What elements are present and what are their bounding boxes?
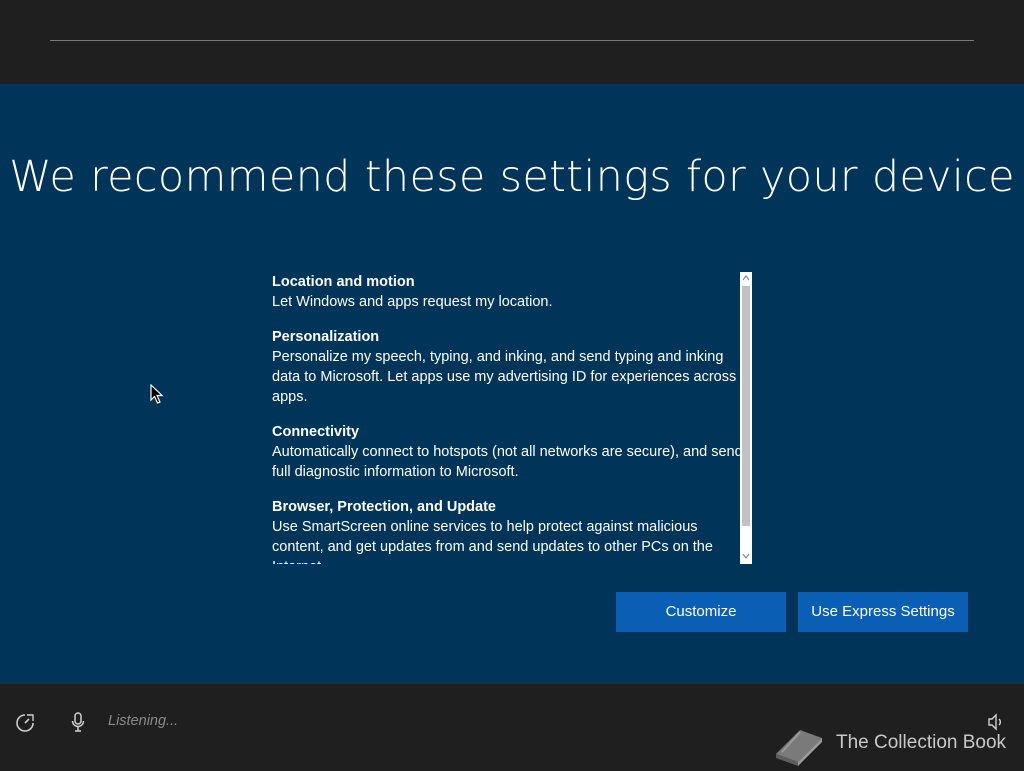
scroll-up-arrow-icon[interactable] bbox=[740, 273, 752, 285]
setting-heading: Personalization bbox=[272, 329, 380, 345]
settings-content: Location and motion Let Windows and apps… bbox=[272, 272, 744, 564]
settings-scrollbar[interactable] bbox=[740, 272, 752, 564]
ease-of-access-icon[interactable] bbox=[14, 712, 36, 734]
volume-icon[interactable] bbox=[986, 712, 1006, 732]
bottom-bar: Listening... The Collection Book bbox=[0, 684, 1024, 768]
setting-section-browser: Browser, Protection, and Update Use Smar… bbox=[272, 497, 744, 564]
setting-section-connectivity: Connectivity Automatically connect to ho… bbox=[272, 422, 744, 482]
use-express-settings-button[interactable]: Use Express Settings bbox=[798, 592, 968, 632]
book-icon bbox=[772, 718, 826, 766]
setting-description: Personalize my speech, typing, and inkin… bbox=[272, 349, 737, 405]
microphone-icon[interactable] bbox=[70, 711, 86, 733]
scroll-down-arrow-icon[interactable] bbox=[740, 551, 752, 563]
watermark-text: The Collection Book bbox=[836, 732, 1007, 753]
settings-list[interactable]: Location and motion Let Windows and apps… bbox=[272, 272, 752, 564]
listening-status: Listening... bbox=[108, 713, 179, 729]
setting-section-personalization: Personalization Personalize my speech, t… bbox=[272, 327, 744, 407]
setting-heading: Browser, Protection, and Update bbox=[272, 499, 496, 515]
setting-heading: Connectivity bbox=[272, 424, 360, 440]
watermark: The Collection Book bbox=[772, 718, 1012, 766]
setting-description: Automatically connect to hotspots (not a… bbox=[272, 444, 743, 480]
progress-line bbox=[50, 40, 974, 41]
mouse-pointer-icon bbox=[150, 383, 164, 409]
setting-heading: Location and motion bbox=[272, 274, 415, 290]
customize-button[interactable]: Customize bbox=[616, 592, 786, 632]
page-title: We recommend these settings for your dev… bbox=[9, 152, 1015, 202]
setting-description: Let Windows and apps request my location… bbox=[272, 294, 553, 310]
setting-section-location: Location and motion Let Windows and apps… bbox=[272, 272, 744, 312]
setting-description: Use SmartScreen online services to help … bbox=[272, 519, 713, 564]
top-bar bbox=[0, 0, 1024, 84]
scroll-thumb[interactable] bbox=[742, 286, 750, 526]
oobe-main-panel: We recommend these settings for your dev… bbox=[0, 84, 1024, 684]
